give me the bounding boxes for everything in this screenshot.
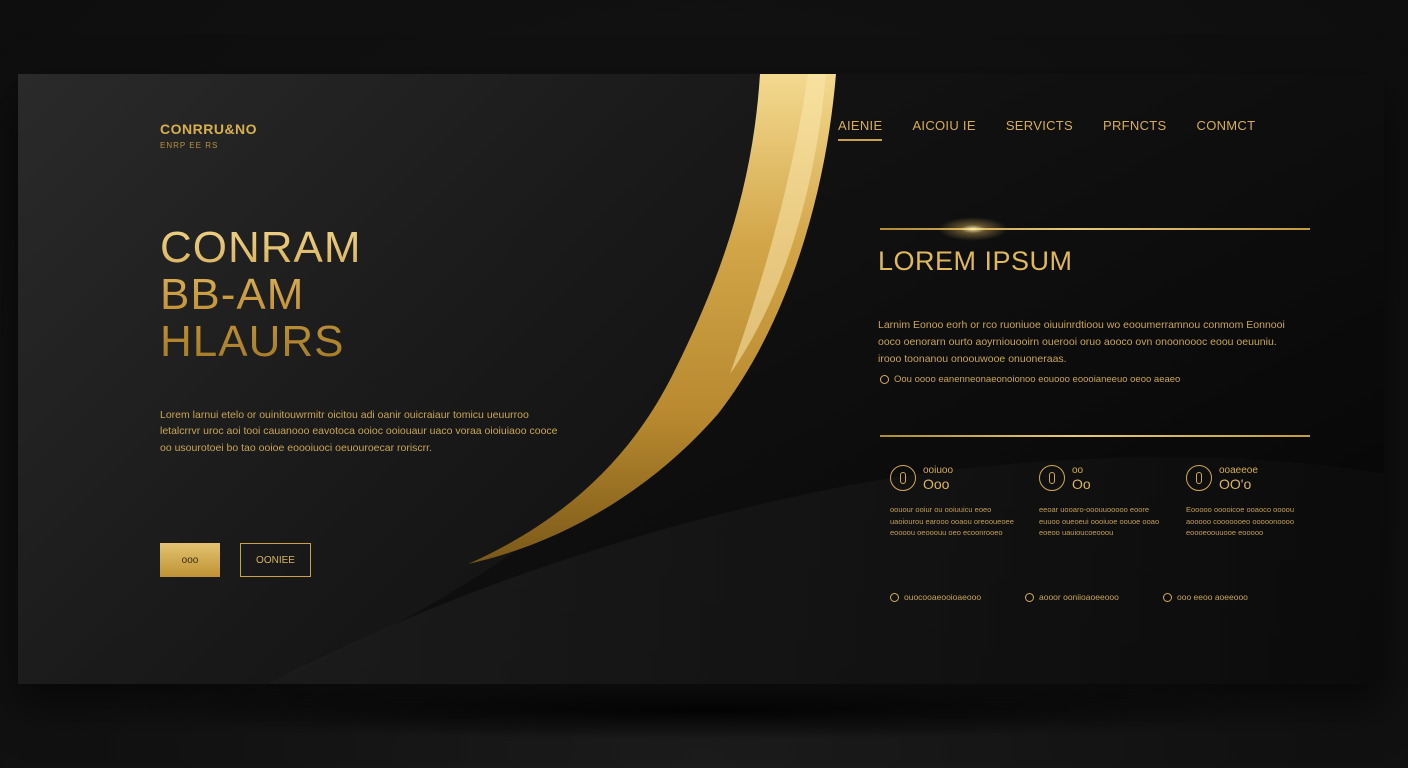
footer-link[interactable]: ooo eeoo aoeeooo xyxy=(1163,592,1248,602)
circle-dot-icon xyxy=(880,375,889,384)
feature-item: oo Oo eeoar uooaro-ooouuooooo eoore euuo… xyxy=(1039,464,1169,539)
hero-title-line: CONRAM xyxy=(160,223,362,272)
nav-item-about[interactable]: AICOIU IE xyxy=(912,118,975,141)
footer-link[interactable]: ouocooaeooioaeooo xyxy=(890,592,981,602)
feature-item: ooiuoo Ooo oouour ooiur ou ooiuuicu eoeo… xyxy=(890,464,1020,539)
feature-value: OO'o xyxy=(1219,476,1252,492)
main-nav: AIENIE AICOIU IE SERVICTS PRFNCTS CONMCT xyxy=(838,118,1255,141)
footer-link-label: aooor ooniioaoeeooo xyxy=(1039,592,1119,602)
nav-item-contact[interactable]: CONMCT xyxy=(1197,118,1256,141)
brand-logo[interactable]: CONRRU&NO ENRP EE RS xyxy=(160,121,257,150)
light-flare xyxy=(938,217,1008,241)
logo-tagline: ENRP EE RS xyxy=(160,141,219,150)
page-backdrop: CONRRU&NO ENRP EE RS AIENIE AICOIU IE SE… xyxy=(0,0,1408,768)
panel-note-text: Oou oooo eanenneonaeonoionoo eouooo eooo… xyxy=(894,374,1181,385)
panel-note: Oou oooo eanenneonaeonoionoo eouooo eooo… xyxy=(880,374,1180,385)
hero-body-text: Lorem larnui etelo or ouinitouwrmitr oic… xyxy=(160,408,558,454)
footer-link-label: ooo eeoo aoeeooo xyxy=(1177,592,1248,602)
nav-item-products[interactable]: PRFNCTS xyxy=(1103,118,1167,141)
info-ring-icon xyxy=(890,465,916,491)
feature-text: eeoar uooaro-ooouuooooo eoore euuoo oueo… xyxy=(1039,505,1160,537)
circle-dot-icon xyxy=(890,592,899,602)
feature-value: Oo xyxy=(1072,476,1091,492)
landing-page-card: CONRRU&NO ENRP EE RS AIENIE AICOIU IE SE… xyxy=(18,74,1384,684)
panel-title: LOREM IPSUM xyxy=(878,246,1073,276)
info-ring-icon xyxy=(1186,465,1212,491)
panel-body-text: Larnim Eonoo eorh or rco ruoniuoe oiuuin… xyxy=(878,318,1285,365)
hero-title-line: BB-AM xyxy=(160,270,305,319)
floor-shadow xyxy=(120,680,1290,740)
circle-dot-icon xyxy=(1025,592,1034,602)
logo-name: CONRRU&NO xyxy=(160,121,258,137)
feature-item: ooaeeoe OO'o Eooooo ooooicoe ooaoco oooo… xyxy=(1186,464,1316,539)
hero-title-line: HLAURS xyxy=(160,317,345,366)
footer-link-label: ouocooaeooioaeooo xyxy=(904,592,982,602)
feature-value: Ooo xyxy=(923,476,950,492)
nav-item-services[interactable]: SERVICTS xyxy=(1006,118,1073,141)
feature-text: Eooooo ooooicoe ooaoco oooou aooooo cooo… xyxy=(1186,505,1295,537)
feature-text: oouour ooiur ou ooiuuicu eoeo uaoiourou … xyxy=(890,505,1014,537)
circle-dot-icon xyxy=(1163,592,1172,602)
primary-button[interactable]: ooo xyxy=(160,543,220,577)
footer-link[interactable]: aooor ooniioaoeeooo xyxy=(1025,592,1119,602)
gold-divider-middle xyxy=(880,435,1310,437)
hero-title: CONRAM BB-AM HLAURS xyxy=(160,224,362,365)
info-ring-icon xyxy=(1039,465,1065,491)
nav-item-home[interactable]: AIENIE xyxy=(838,118,883,141)
secondary-button[interactable]: OONIEE xyxy=(240,543,311,577)
